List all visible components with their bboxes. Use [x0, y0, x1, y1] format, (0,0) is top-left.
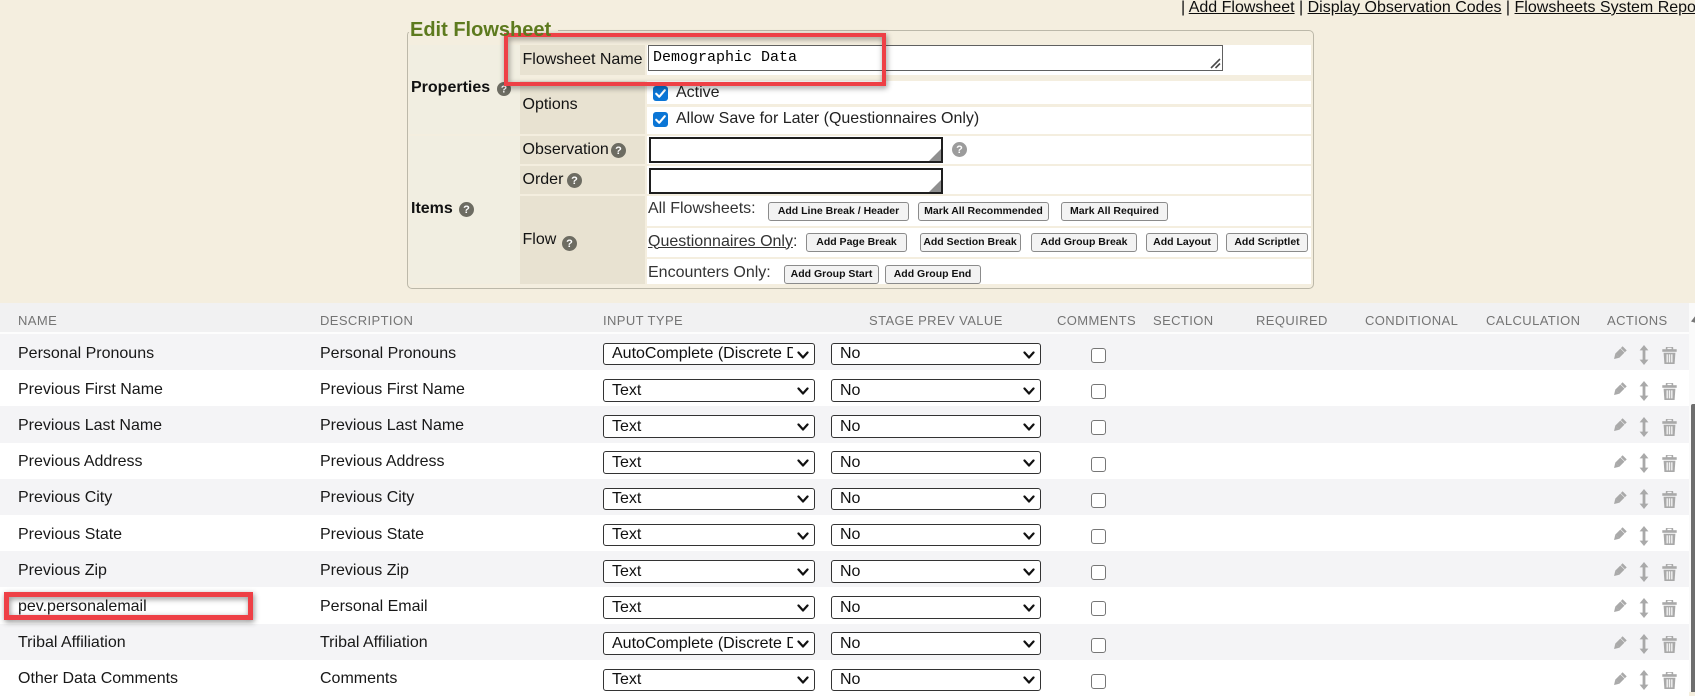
svg-text:?: ?	[615, 145, 622, 157]
svg-text:?: ?	[956, 144, 963, 156]
svg-text:?: ?	[463, 204, 470, 216]
svg-text:?: ?	[571, 175, 578, 187]
svg-text:?: ?	[566, 238, 573, 250]
